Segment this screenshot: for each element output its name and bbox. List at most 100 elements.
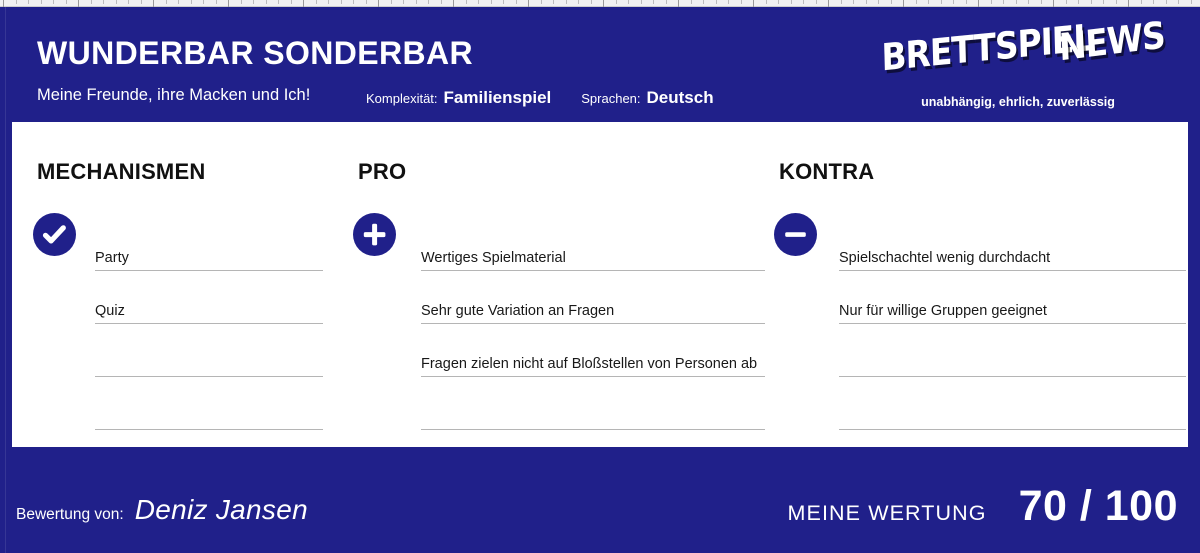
entry-row[interactable]: Wertiges Spielmaterial	[421, 218, 765, 271]
ruler-tick	[166, 0, 167, 4]
ruler-tick	[1178, 0, 1179, 4]
score-value: 70 / 100	[1018, 482, 1178, 530]
ruler-tick	[341, 0, 342, 4]
ruler-tick	[1091, 0, 1092, 4]
ruler-tick	[453, 0, 454, 7]
ruler-tick	[116, 0, 117, 4]
entry-rule	[95, 429, 323, 430]
languages-value: Deutsch	[646, 88, 714, 107]
ruler-tick	[1103, 0, 1104, 4]
ruler-tick	[316, 0, 317, 4]
ruler-tick	[903, 0, 904, 7]
ruler-tick	[1003, 0, 1004, 4]
ruler-tick	[366, 0, 367, 4]
ruler-tick	[853, 0, 854, 4]
ruler-tick	[178, 0, 179, 4]
column-pro: PRO Wertiges Spielmaterial Sehr gute Varia…	[348, 122, 768, 447]
entry-row[interactable]	[95, 377, 323, 430]
entry-text: Quiz	[95, 303, 125, 319]
complexity-value: Familienspiel	[443, 88, 552, 107]
ruler-tick	[253, 0, 254, 4]
ruler-tick	[153, 0, 154, 7]
entry-row[interactable]	[95, 324, 323, 377]
entry-row[interactable]	[839, 324, 1186, 377]
ruler-tick	[503, 0, 504, 4]
plus-circle-icon	[353, 213, 396, 256]
ruler-tick	[741, 0, 742, 4]
ruler-tick	[828, 0, 829, 7]
reviewer-name: Deniz Jansen	[134, 494, 308, 525]
page-title: WUNDERBAR SONDERBAR	[37, 35, 474, 71]
ruler-tick	[491, 0, 492, 4]
ruler-tick	[328, 0, 329, 4]
ruler-tick	[603, 0, 604, 7]
ruler-tick	[541, 0, 542, 4]
ruler-tick	[1028, 0, 1029, 4]
ruler-tick	[291, 0, 292, 4]
ruler-tick	[866, 0, 867, 4]
ruler-tick	[766, 0, 767, 4]
entry-row[interactable]	[839, 377, 1186, 430]
ruler-tick	[816, 0, 817, 4]
ruler-tick	[103, 0, 104, 4]
entry-row[interactable]: Quiz	[95, 271, 323, 324]
entry-row[interactable]: Fragen zielen nicht auf Bloßstellen von …	[421, 324, 765, 377]
ruler-tick	[1191, 0, 1192, 4]
ruler-tick	[778, 0, 779, 4]
ruler-tick	[66, 0, 67, 4]
ruler-tick	[1128, 0, 1129, 7]
entry-lines-mechanismen: Party Quiz	[95, 218, 323, 430]
ruler-tick	[528, 0, 529, 7]
score-label: MEINE WERTUNG	[787, 501, 987, 525]
ruler-tick	[41, 0, 42, 4]
ruler-tick	[728, 0, 729, 4]
ruler-tick	[978, 0, 979, 7]
ruler-tick	[228, 0, 229, 7]
ruler-tick	[678, 0, 679, 7]
ruler-tick	[53, 0, 54, 4]
ruler-tick	[478, 0, 479, 4]
brettspiel-news-logo: BRETTSPIEL NEWS unabhängig, ehrlich, zuv…	[878, 13, 1166, 115]
ruler-tick	[78, 0, 79, 7]
entry-rule	[839, 429, 1186, 430]
ruler-tick	[753, 0, 754, 7]
card-header: WUNDERBAR SONDERBAR Meine Freunde, ihre …	[0, 7, 1200, 122]
ruler-tick	[378, 0, 379, 7]
ruler-tick	[1153, 0, 1154, 4]
ruler-tick	[566, 0, 567, 4]
entry-row[interactable]: Spielschachtel wenig durchdacht	[839, 218, 1186, 271]
ruler-tick	[841, 0, 842, 4]
entry-lines-pro: Wertiges Spielmaterial Sehr gute Variatio…	[421, 218, 765, 430]
ruler-tick	[803, 0, 804, 4]
ruler-tick	[1116, 0, 1117, 4]
ruler-tick	[653, 0, 654, 4]
entry-row[interactable]: Nur für willige Gruppen geeignet	[839, 271, 1186, 324]
logo-word-news: NEWS	[1057, 12, 1166, 70]
ruler-tick	[141, 0, 142, 4]
logo-tagline: unabhängig, ehrlich, zuverlässig	[921, 95, 1115, 109]
logo-wordmark: BRETTSPIEL NEWS	[878, 13, 1166, 85]
ruler-tick	[641, 0, 642, 4]
ruler-tick	[466, 0, 467, 4]
ruler-tick	[278, 0, 279, 4]
entry-row[interactable]: Sehr gute Variation an Fragen	[421, 271, 765, 324]
ruler-tick	[578, 0, 579, 4]
reviewer-label: Bewertung von:	[16, 506, 124, 523]
entry-row[interactable]: Party	[95, 218, 323, 271]
ruler-tick	[428, 0, 429, 4]
ruler-tick	[1041, 0, 1042, 4]
card-footer: Bewertung von: Deniz Jansen MEINE WERTUN…	[0, 447, 1200, 553]
ruler-tick	[628, 0, 629, 4]
ruler-tick	[16, 0, 17, 4]
ruler-tick	[716, 0, 717, 4]
ruler-tick	[1078, 0, 1079, 4]
column-title-mechanismen: MECHANISMEN	[37, 159, 206, 184]
entry-row[interactable]	[421, 377, 765, 430]
ruler-tick	[128, 0, 129, 4]
check-circle-icon	[33, 213, 76, 256]
languages-label: Sprachen:	[581, 91, 641, 106]
ruler-strip	[0, 0, 1200, 7]
ruler-tick	[241, 0, 242, 4]
content-panel: MECHANISMEN Party Quiz PRO Wertiges Spielmat…	[12, 122, 1188, 447]
ruler-tick	[953, 0, 954, 4]
